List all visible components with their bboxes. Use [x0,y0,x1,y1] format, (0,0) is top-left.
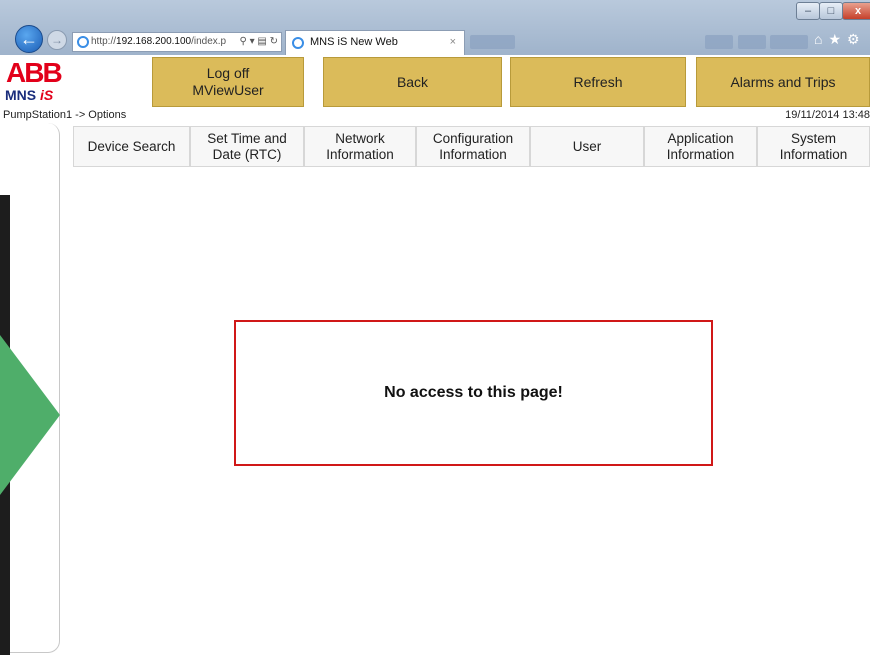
minimize-button[interactable]: – [796,2,820,20]
tab-user[interactable]: User [530,126,644,167]
browser-chrome: – □ x ← → http://192.168.200.100/index.p… [0,0,870,55]
address-bar[interactable]: http://192.168.200.100/index.p ⚲ ▾ ▤ ↻ [72,32,282,52]
tab-device-search[interactable]: Device Search [73,126,190,167]
logoff-button[interactable]: Log off MViewUser [152,57,304,107]
address-prefix: http:// [91,36,117,47]
tab-set-time-date[interactable]: Set Time and Date (RTC) [190,126,304,167]
home-favorites-settings-icon[interactable]: ⌂★⚙ [814,31,866,48]
breadcrumb: PumpStation1 -> Options [3,109,127,121]
blurred-button [705,35,733,49]
back-button[interactable]: Back [323,57,502,107]
datetime: 19/11/2014 13:48 [785,109,870,121]
alarms-trips-button[interactable]: Alarms and Trips [696,57,870,107]
address-tools-icon[interactable]: ⚲ ▾ ▤ ↻ [239,33,278,51]
page-content: ABB MNS iS Log off MViewUser Back Refres… [0,55,870,655]
maximize-button[interactable]: □ [819,2,843,20]
tab-application-information[interactable]: Application Information [644,126,757,167]
refresh-button[interactable]: Refresh [510,57,686,107]
blurred-button [770,35,808,49]
tab-network-information[interactable]: Network Information [304,126,416,167]
no-access-message: No access to this page! [384,384,563,401]
options-tabs: Device Search Set Time and Date (RTC) Ne… [73,126,870,167]
close-window-button[interactable]: x [842,2,870,20]
tab-configuration-information[interactable]: Configuration Information [416,126,530,167]
address-host: 192.168.200.100 [116,36,192,47]
abb-logo-text: ABB [6,57,63,88]
tab-system-information[interactable]: System Information [757,126,870,167]
ie-icon [292,37,304,49]
back-arrow-icon[interactable]: ← [15,25,43,53]
ie-icon [77,36,89,48]
product-logo-text: MNS iS [5,87,54,103]
address-path: /index.p [191,36,227,47]
expand-arrow-icon[interactable] [0,335,60,495]
tab-close-icon[interactable]: × [450,31,456,54]
browser-tab[interactable]: MNS iS New Web × [285,30,465,55]
no-access-message-box: No access to this page! [234,320,713,466]
blurred-tab [470,35,515,49]
blurred-button [738,35,766,49]
forward-arrow-icon[interactable]: → [47,30,67,50]
tab-title: MNS iS New Web [310,36,398,48]
abb-logo: ABB MNS iS [0,55,90,108]
